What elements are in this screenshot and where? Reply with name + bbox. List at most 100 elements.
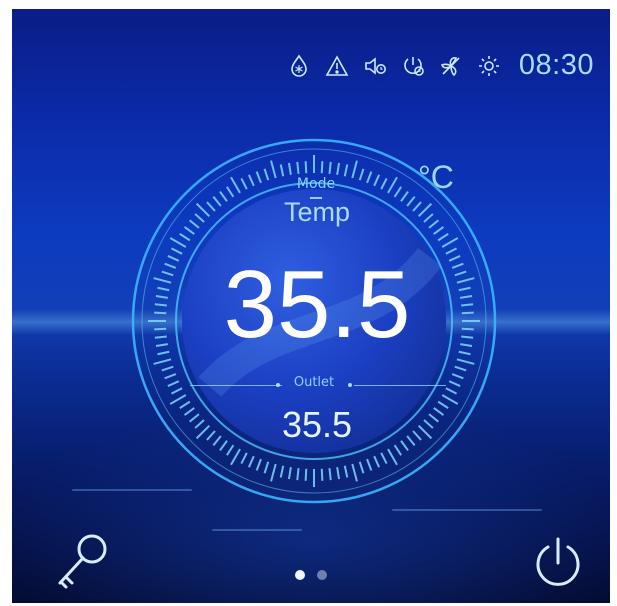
dial-tick [441, 237, 459, 248]
power-button[interactable] [530, 535, 586, 591]
dial-tick [263, 461, 270, 474]
dial-tick [161, 365, 174, 372]
dial-tick [412, 430, 422, 441]
dial-tick [428, 413, 439, 423]
mode-value[interactable]: Temp [252, 197, 382, 228]
dial-tick [263, 168, 270, 181]
dial-tick [451, 262, 464, 269]
dial-tick [461, 327, 474, 331]
key-button[interactable] [54, 531, 112, 593]
dial-tick [212, 196, 222, 207]
dial-tick [387, 176, 398, 194]
sun-icon [477, 54, 501, 78]
dial-tick [194, 213, 205, 223]
dial-tick [343, 465, 349, 478]
dial-tick [366, 458, 373, 471]
mode-label: Mode [296, 176, 336, 192]
dial-tick [454, 365, 467, 372]
dial-tick [169, 394, 187, 405]
dial-tick [406, 196, 416, 207]
dial-tick [461, 303, 474, 307]
dial-tick [437, 233, 449, 242]
page-dot-1[interactable] [295, 570, 305, 580]
dial-tick [412, 201, 422, 212]
page-indicator [295, 570, 327, 580]
dial-tick [183, 407, 195, 416]
dial-tick [320, 161, 324, 174]
dial-tick [279, 465, 285, 478]
dial-tick [304, 468, 308, 481]
dial-tick [417, 424, 433, 440]
dial-tick [270, 463, 277, 482]
water-reflection [212, 529, 302, 531]
fan-off-icon [439, 54, 463, 78]
dial-tick [226, 444, 235, 456]
dial-tick [373, 174, 380, 187]
dial-tick [169, 237, 187, 248]
dial-tick [328, 161, 332, 174]
dial-tick [304, 161, 308, 174]
dial-tick [451, 373, 464, 380]
dial-tick [164, 373, 177, 380]
dial-tick [154, 311, 167, 315]
dial-tick [458, 286, 471, 292]
dial-tick [417, 202, 433, 218]
dial-tick [157, 286, 170, 292]
dial-tick [279, 164, 285, 177]
thermostat-screen: 08:30 °C Mode Temp 35.5 Outlet 35.5 [12, 9, 610, 603]
dial-tick [219, 190, 228, 202]
dial-tick [194, 419, 205, 429]
dial-tick [441, 394, 459, 405]
dial-tick [255, 458, 262, 471]
outlet-divider-dot [348, 383, 352, 387]
power-icon [536, 537, 580, 586]
outlet-label: Outlet [293, 375, 335, 390]
dial-tick [248, 455, 255, 468]
dial-tick [153, 358, 172, 365]
outlet-divider-dot [276, 383, 280, 387]
dial-tick [423, 419, 434, 429]
dial-tick [167, 255, 180, 262]
dial-tick [179, 233, 191, 242]
dial-tick [155, 294, 168, 299]
dial-tick [179, 400, 191, 409]
dial-tick [161, 270, 174, 277]
dial-tick [240, 452, 248, 465]
dial-tick [400, 440, 409, 452]
dial-tick [189, 413, 200, 423]
dial-tick [437, 400, 449, 409]
dial-tick [456, 358, 475, 365]
dial-tick [458, 350, 471, 356]
dial-tick [428, 219, 439, 229]
dial-tick [393, 444, 402, 456]
outlet-temperature: 35.5 [281, 404, 353, 445]
dial-tick [461, 311, 474, 315]
warning-icon[interactable] [325, 54, 349, 78]
dial-tick [433, 407, 445, 416]
dial-tick [155, 343, 168, 348]
dial-tick [366, 171, 373, 184]
dial-tick [206, 201, 216, 212]
dial-tick [433, 226, 445, 235]
mute-timer-icon [363, 54, 387, 78]
dial-tick [336, 162, 341, 175]
dial-tick [445, 387, 458, 395]
dial-tick [406, 435, 416, 446]
dial-tick [296, 161, 300, 174]
dial-tick [351, 463, 358, 482]
dial-tick [320, 468, 324, 481]
dial-tick [157, 350, 170, 356]
dial-tick [448, 380, 461, 387]
dial-tick [170, 387, 183, 395]
dial-tick [167, 380, 180, 387]
defrost-drop-icon [287, 54, 311, 78]
dial-tick [400, 190, 409, 202]
dial-tick [183, 226, 195, 235]
dial-tick [212, 435, 222, 446]
page-dot-2[interactable] [317, 570, 327, 580]
outlet-divider-right [354, 385, 446, 386]
clock-time: 08:30 [518, 49, 594, 81]
dial-tick [460, 294, 473, 299]
dial-tick [153, 277, 172, 284]
dial-tick [373, 455, 380, 468]
